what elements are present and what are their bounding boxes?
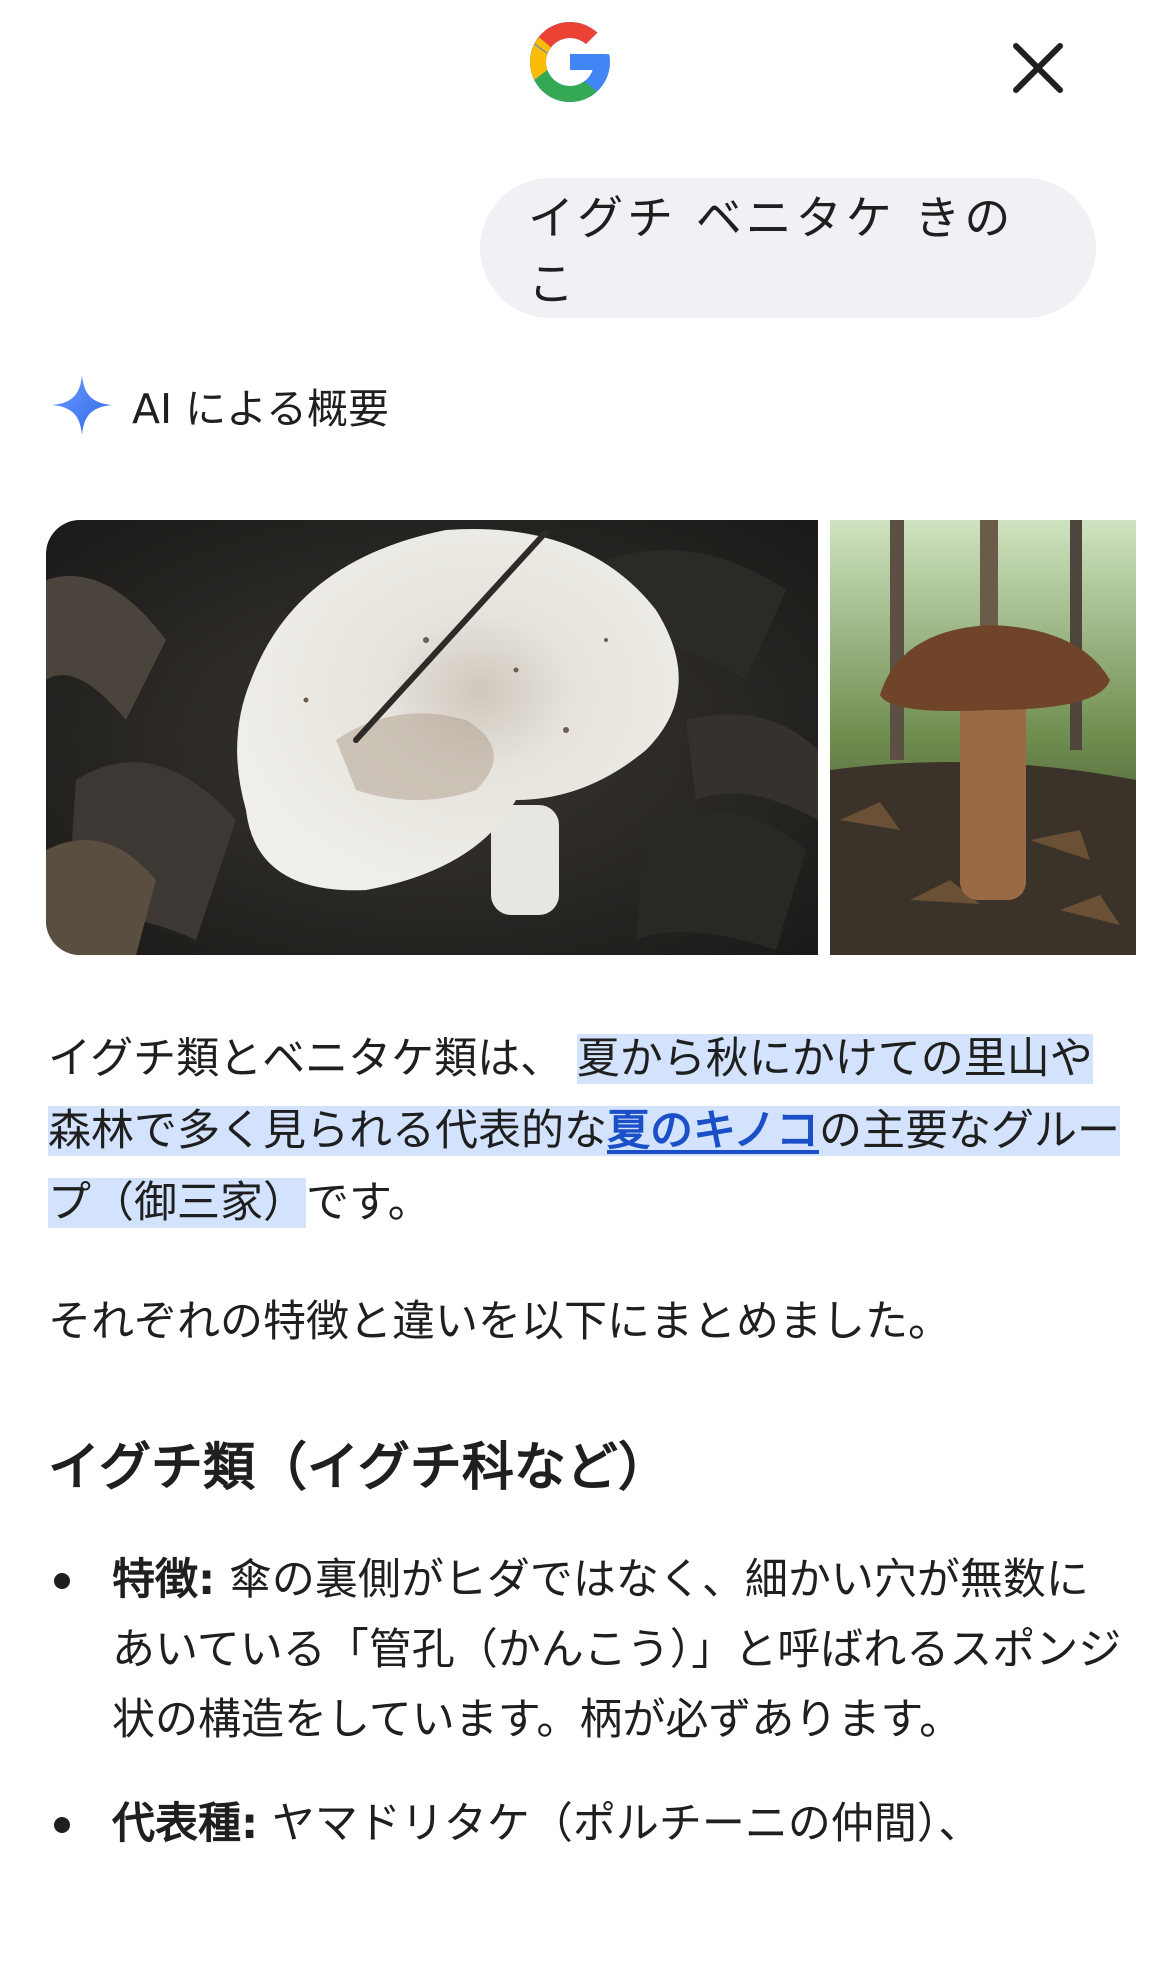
bullet-label: 代表種: xyxy=(112,1799,259,1849)
google-g-icon[interactable] xyxy=(522,14,618,110)
sparkle-icon xyxy=(52,375,112,435)
list-item: 特徴: 傘の裏側がヒダではなく、細かい穴が無数にあいている「管孔（かんこう）」と… xyxy=(48,1545,1130,1755)
bullet-text: 傘の裏側がヒダではなく、細かい穴が無数にあいている「管孔（かんこう）」と呼ばれる… xyxy=(112,1555,1122,1745)
summary-paragraph: それぞれの特徴と違いを以下にまとめました。 xyxy=(48,1297,951,1347)
bullet-label: 特徴: xyxy=(112,1555,216,1605)
white-mushroom-image[interactable] xyxy=(46,520,818,955)
brown-bolete-image[interactable] xyxy=(830,520,1136,955)
query-text: イグチ ベニタケ きのこ xyxy=(528,191,1015,311)
ai-overview-header: AI による概要 xyxy=(50,370,389,440)
ai-overview-label: AI による概要 xyxy=(132,385,389,433)
bullet-text: ヤマドリタケ（ポルチーニの仲間）、 xyxy=(271,1799,982,1849)
close-icon xyxy=(1013,43,1063,93)
bullet-dot-icon xyxy=(54,1573,70,1589)
section-heading: イグチ類（イグチ科など） xyxy=(48,1438,670,1498)
overview-paragraph: イグチ類とベニタケ類は、 夏から秋にかけての里山や森林で多く見られる代表的な夏の… xyxy=(48,1023,1130,1239)
close-button[interactable] xyxy=(1000,30,1076,106)
top-bar xyxy=(0,0,1170,150)
summer-mushroom-link[interactable]: 夏のキノコ xyxy=(607,1106,819,1156)
query-bubble[interactable]: イグチ ベニタケ きのこ xyxy=(480,178,1096,318)
paragraph-plain-start: イグチ類とベニタケ類は、 xyxy=(48,1034,564,1084)
list-item: 代表種: ヤマドリタケ（ポルチーニの仲間）、 xyxy=(48,1789,1130,1859)
paragraph-plain-end: です。 xyxy=(306,1178,431,1228)
bullet-dot-icon xyxy=(54,1817,70,1833)
bullet-list: 特徴: 傘の裏側がヒダではなく、細かい穴が無数にあいている「管孔（かんこう）」と… xyxy=(48,1545,1130,1893)
